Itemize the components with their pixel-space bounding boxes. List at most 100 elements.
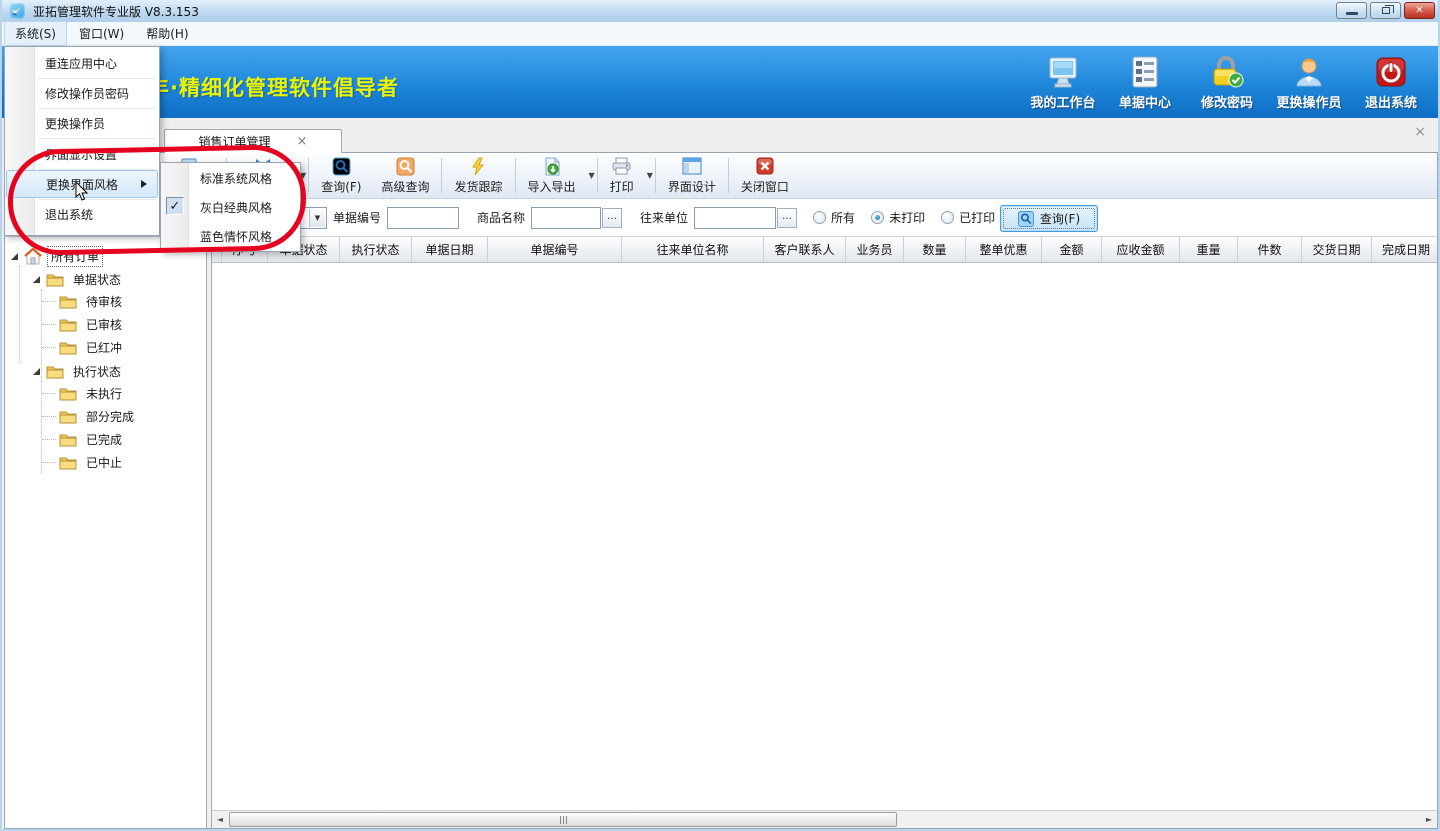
column-header[interactable]: 金额 <box>1042 237 1102 262</box>
document-center-button[interactable]: 单据中心 <box>1104 52 1186 111</box>
window-title: 亚拓管理软件专业版 V8.3.153 <box>33 3 199 20</box>
app-window: 亚拓管理软件专业版 V8.3.153 ✕ 系统(S) 窗口(W) 帮助(H) 丰… <box>0 0 1440 831</box>
submenu-arrow-icon <box>141 180 147 188</box>
column-header[interactable]: 执行状态 <box>340 237 412 262</box>
product-input[interactable] <box>531 207 601 229</box>
import-export-button[interactable]: 导入导出 ▼ <box>518 153 595 198</box>
menu-help[interactable]: 帮助(H) <box>136 22 198 45</box>
change-password-button[interactable]: 修改密码 <box>1186 52 1268 111</box>
expand-triangle-icon[interactable] <box>11 253 18 260</box>
tree-item-completed[interactable]: 已完成 <box>59 428 125 450</box>
scroll-left-arrow[interactable]: ◄ <box>212 812 228 828</box>
column-header[interactable]: 客户联系人 <box>764 237 846 262</box>
print-dropdown-arrow[interactable]: ▼ <box>647 171 653 180</box>
scrollbar-thumb[interactable] <box>229 812 897 827</box>
folder-icon <box>59 432 77 447</box>
tree-item-partially-done[interactable]: 部分完成 <box>59 405 137 427</box>
folder-icon <box>59 455 77 470</box>
minimize-button[interactable] <box>1336 2 1367 19</box>
strip-close-icon[interactable]: × <box>1414 124 1426 140</box>
ui-design-button[interactable]: 界面设计 <box>658 153 726 198</box>
combo-dropdown-icon[interactable]: ▼ <box>309 209 325 227</box>
lock-check-icon <box>1210 52 1244 88</box>
column-header[interactable]: 数量 <box>904 237 966 262</box>
column-header[interactable]: 重量 <box>1180 237 1238 262</box>
column-header[interactable]: 整单优惠 <box>966 237 1042 262</box>
search-blue-icon <box>332 156 351 176</box>
column-header[interactable]: 应收金额 <box>1102 237 1180 262</box>
restore-button[interactable] <box>1370 2 1401 19</box>
import-export-icon <box>543 156 561 176</box>
column-header[interactable]: 交货日期 <box>1302 237 1372 262</box>
checkmark-icon: ✓ <box>166 197 184 215</box>
home-icon <box>24 248 42 265</box>
menu-item-display-settings[interactable]: 界面显示设置 <box>6 140 158 168</box>
folder-icon <box>59 294 77 309</box>
tree-item-pending-audit[interactable]: 待审核 <box>59 290 125 312</box>
radio-printed-dot[interactable] <box>941 211 954 224</box>
menu-item-reconnect[interactable]: 重连应用中心 <box>6 49 158 77</box>
power-icon <box>1375 52 1407 88</box>
column-header[interactable]: 往来单位名称 <box>622 237 764 262</box>
search-orange-icon <box>396 156 415 176</box>
menu-system[interactable]: 系统(S) <box>4 21 67 46</box>
switch-operator-button[interactable]: 更换操作员 <box>1268 52 1350 111</box>
partner-input[interactable] <box>694 207 776 229</box>
tab-sales-order[interactable]: 销售订单管理 × <box>164 129 342 153</box>
column-header[interactable]: 业务员 <box>846 237 904 262</box>
radio-unprinted-dot[interactable] <box>871 211 884 224</box>
menu-item-change-password[interactable]: 修改操作员密码 <box>6 79 158 107</box>
orders-table: 序号 单据状态 执行状态 单据日期 单据编号 往来单位名称 客户联系人 业务员 … <box>211 237 1437 828</box>
print-button[interactable]: 打印 ▼ <box>600 153 653 198</box>
tree-group-docstatus[interactable]: 单据状态 <box>33 268 124 290</box>
submenu-item-standard-style[interactable]: 标准系统风格 <box>162 164 299 192</box>
tab-label: 销售订单管理 <box>199 133 271 150</box>
partner-label: 往来单位 <box>640 209 688 226</box>
red-close-icon <box>756 156 774 176</box>
folder-icon <box>59 409 77 424</box>
close-button[interactable]: ✕ <box>1404 2 1435 19</box>
window-design-icon <box>682 156 702 176</box>
radio-unprinted[interactable]: 未打印 <box>871 209 925 226</box>
menu-window[interactable]: 窗口(W) <box>69 22 134 45</box>
shipment-tracking-button[interactable]: 发货跟踪 <box>444 153 512 198</box>
tree-group-execstatus[interactable]: 执行状态 <box>33 360 124 382</box>
column-header[interactable]: 单据编号 <box>488 237 622 262</box>
radio-all-dot[interactable] <box>813 211 826 224</box>
scroll-right-arrow[interactable]: ► <box>1421 812 1437 828</box>
exit-system-button[interactable]: 退出系统 <box>1350 52 1432 111</box>
submenu-item-blue-style[interactable]: 蓝色情怀风格 <box>162 222 299 250</box>
doc-no-label: 单据编号 <box>333 209 381 226</box>
tree-item-not-executed[interactable]: 未执行 <box>59 382 125 404</box>
menu-item-exit-system[interactable]: 退出系统 <box>6 200 158 228</box>
menu-item-switch-operator[interactable]: 更换操作员 <box>6 109 158 137</box>
import-export-dropdown-arrow[interactable]: ▼ <box>589 171 595 180</box>
advanced-query-button[interactable]: 高级查询 <box>371 153 439 198</box>
menu-bar: 系统(S) 窗口(W) 帮助(H) <box>2 22 1438 46</box>
expand-triangle-icon[interactable] <box>33 368 40 375</box>
radio-all[interactable]: 所有 <box>813 209 855 226</box>
menu-item-change-ui-style[interactable]: 更换界面风格 <box>6 170 158 198</box>
tree-item-audited[interactable]: 已审核 <box>59 313 125 335</box>
my-workbench-button[interactable]: 我的工作台 <box>1022 52 1104 111</box>
horizontal-scrollbar[interactable]: ◄ ► <box>212 810 1437 828</box>
content-container: (A) 批量操作 更多操作 ▼ <box>4 152 1438 829</box>
column-header[interactable]: 完成日期 <box>1372 237 1437 262</box>
folder-icon <box>59 317 77 332</box>
column-header[interactable]: 件数 <box>1238 237 1302 262</box>
doc-no-input[interactable] <box>387 207 459 229</box>
filter-query-button[interactable]: 查询(F) <box>1000 205 1098 232</box>
title-bar: 亚拓管理软件专业版 V8.3.153 ✕ <box>2 0 1438 22</box>
tree-item-reversed[interactable]: 已红冲 <box>59 336 125 358</box>
partner-lookup-button[interactable]: … <box>777 208 797 228</box>
close-window-button[interactable]: 关闭窗口 <box>731 153 799 198</box>
expand-triangle-icon[interactable] <box>33 276 40 283</box>
query-button[interactable]: 查询(F) <box>311 153 371 198</box>
tree-root[interactable]: 所有订单 <box>11 245 103 267</box>
body-row: 所有订单 单据状态 待审核 已审核 <box>5 237 1437 828</box>
product-lookup-button[interactable]: … <box>602 208 622 228</box>
radio-printed[interactable]: 已打印 <box>941 209 995 226</box>
tab-close-icon[interactable]: × <box>297 135 308 148</box>
column-header[interactable]: 单据日期 <box>412 237 488 262</box>
tree-item-terminated[interactable]: 已中止 <box>59 451 125 473</box>
